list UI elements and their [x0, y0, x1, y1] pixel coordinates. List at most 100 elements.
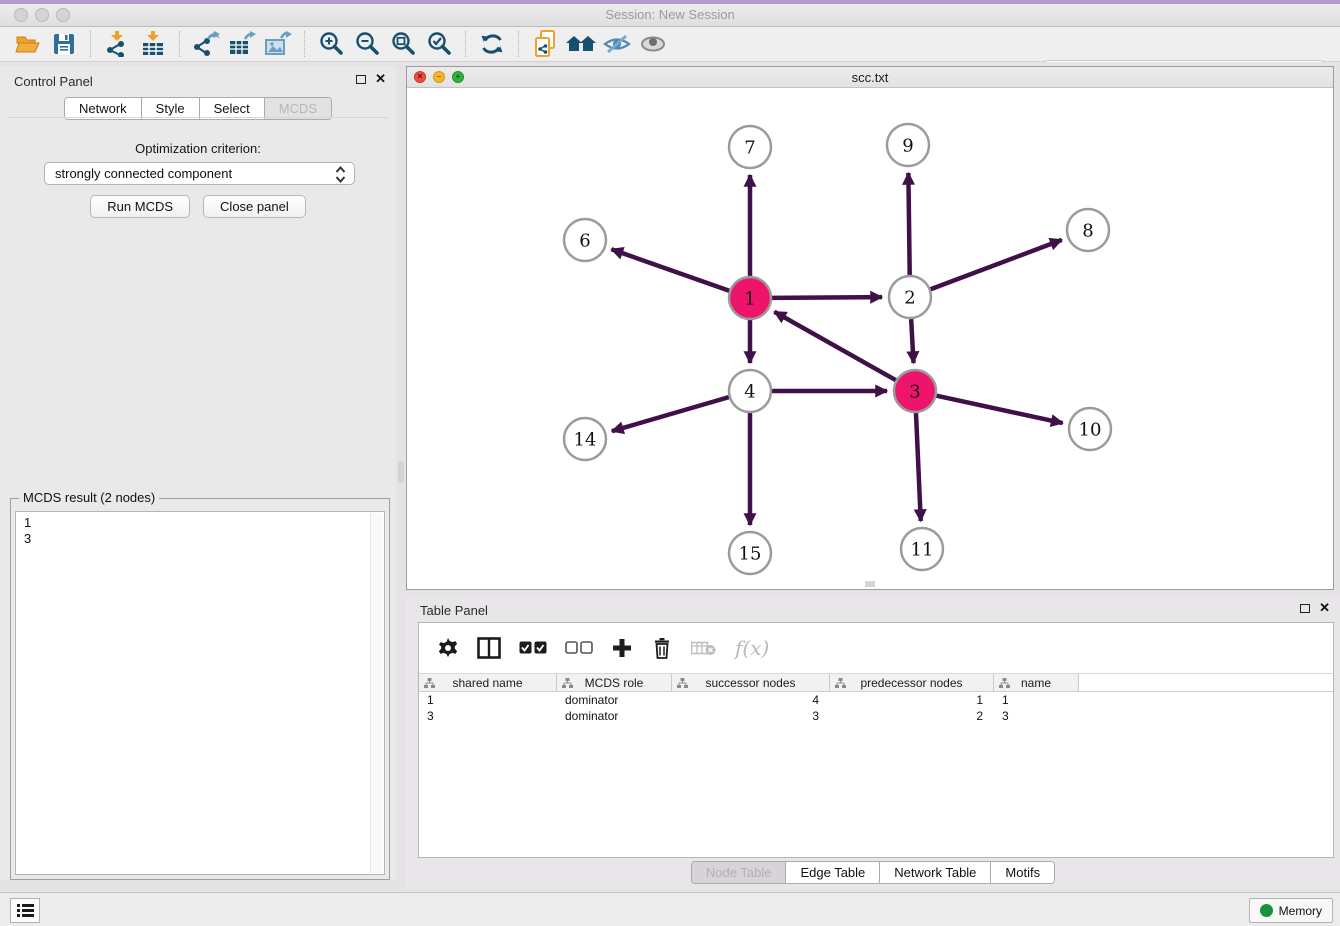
zoom-in-icon[interactable] — [316, 30, 346, 58]
float-panel-icon[interactable] — [356, 75, 366, 84]
tab-style[interactable]: Style — [141, 98, 199, 119]
table-tab-node-table[interactable]: Node Table — [692, 862, 786, 883]
node-8[interactable]: 8 — [1067, 209, 1109, 251]
node-2[interactable]: 2 — [889, 276, 931, 318]
edge-1-2[interactable] — [772, 297, 882, 298]
column-header-successor-nodes[interactable]: successor nodes — [672, 674, 830, 691]
criterion-select[interactable]: strongly connected component — [44, 162, 355, 185]
table-cell[interactable]: dominator — [557, 708, 672, 724]
table-cell[interactable]: 3 — [672, 708, 830, 724]
node-label: 14 — [574, 429, 597, 450]
export-image-icon[interactable] — [263, 30, 293, 58]
column-header-shared-name[interactable]: shared name — [419, 674, 557, 691]
node-label: 10 — [1079, 419, 1102, 440]
table-cell[interactable]: dominator — [557, 692, 672, 708]
table-tab-edge-table[interactable]: Edge Table — [785, 862, 879, 883]
edge-4-14[interactable] — [612, 397, 729, 431]
node-10[interactable]: 10 — [1069, 408, 1111, 450]
mcds-result-list[interactable]: 13 — [15, 511, 385, 875]
table-cell[interactable]: 4 — [672, 692, 830, 708]
result-scrollbar[interactable] — [370, 513, 383, 873]
refresh-view-icon[interactable] — [477, 30, 507, 58]
column-header-MCDS-role[interactable]: MCDS role — [557, 674, 672, 691]
tab-divider — [8, 117, 388, 118]
mcds-result-item: 3 — [24, 531, 384, 547]
node-label: 4 — [744, 381, 755, 402]
edge-2-8[interactable] — [931, 240, 1062, 289]
column-type-icon — [562, 678, 573, 692]
column-header-label: predecessor nodes — [860, 676, 962, 690]
save-session-icon[interactable] — [49, 30, 79, 58]
tab-network[interactable]: Network — [65, 98, 141, 119]
node-4[interactable]: 4 — [729, 370, 771, 412]
vertical-splitter-handle[interactable] — [398, 461, 404, 483]
export-network-icon[interactable] — [191, 30, 221, 58]
node-15[interactable]: 15 — [729, 532, 771, 574]
task-history-button[interactable] — [10, 898, 40, 923]
main-toolbar — [0, 27, 1340, 62]
edge-3-11[interactable] — [916, 413, 921, 521]
node-11[interactable]: 11 — [901, 528, 943, 570]
table-tab-network-table[interactable]: Network Table — [879, 862, 990, 883]
column-header-predecessor-nodes[interactable]: predecessor nodes — [830, 674, 994, 691]
memory-button[interactable]: Memory — [1249, 898, 1333, 923]
column-header-label: successor nodes — [705, 676, 795, 690]
chevron-up-down-icon — [335, 166, 346, 186]
network-window-titlebar[interactable]: ✕ − + scc.txt — [407, 67, 1333, 88]
table-cell[interactable]: 1 — [830, 692, 994, 708]
table-row[interactable]: 1dominator411 — [419, 692, 1333, 708]
table-cell[interactable]: 1 — [994, 692, 1079, 708]
zoom-out-icon[interactable] — [352, 30, 382, 58]
node-label: 15 — [739, 543, 762, 564]
delete-column-trash-icon[interactable] — [651, 637, 673, 659]
node-7[interactable]: 7 — [729, 126, 771, 168]
column-header-name[interactable]: name — [994, 674, 1079, 691]
run-mcds-button[interactable]: Run MCDS — [90, 195, 190, 218]
node-6[interactable]: 6 — [564, 219, 606, 261]
split-view-icon[interactable] — [477, 637, 501, 659]
node-label: 2 — [904, 287, 915, 308]
node-3[interactable]: 3 — [894, 370, 936, 412]
clone-network-icon[interactable] — [530, 30, 560, 58]
node-9[interactable]: 9 — [887, 124, 929, 166]
zoom-fit-icon[interactable] — [388, 30, 418, 58]
close-table-panel-icon[interactable]: ✕ — [1319, 603, 1330, 613]
hide-selected-eye-slash-icon[interactable] — [602, 30, 632, 58]
edge-2-3[interactable] — [911, 319, 913, 363]
table-cell[interactable]: 1 — [419, 692, 557, 708]
close-panel-icon[interactable]: ✕ — [375, 74, 386, 84]
network-graph[interactable]: 7 9 6 8 1 2 4 3 14 10 15 11 — [407, 88, 1333, 589]
table-cell[interactable]: 3 — [994, 708, 1079, 724]
import-network-icon[interactable] — [102, 30, 132, 58]
tab-select[interactable]: Select — [199, 98, 264, 119]
add-column-plus-icon[interactable] — [611, 637, 633, 659]
apply-layout-icon[interactable] — [566, 30, 596, 58]
table-cell[interactable]: 2 — [830, 708, 994, 724]
export-table-icon[interactable] — [227, 30, 257, 58]
table-tab-motifs[interactable]: Motifs — [990, 862, 1054, 883]
float-table-panel-icon[interactable] — [1300, 604, 1310, 613]
table-row[interactable]: 3dominator323 — [419, 708, 1333, 724]
network-canvas[interactable]: 7 9 6 8 1 2 4 3 14 10 15 11 — [407, 88, 1333, 589]
tab-mcds[interactable]: MCDS — [264, 98, 331, 119]
edge-1-6[interactable] — [611, 249, 729, 290]
open-file-icon[interactable] — [13, 30, 43, 58]
column-header-label: MCDS role — [585, 676, 644, 690]
node-1[interactable]: 1 — [729, 277, 771, 319]
node-14[interactable]: 14 — [564, 418, 606, 460]
edge-3-1[interactable] — [774, 312, 895, 380]
select-all-columns-icon[interactable] — [519, 641, 547, 655]
show-all-eye-icon[interactable] — [638, 30, 668, 58]
node-label: 8 — [1082, 220, 1093, 241]
unselect-all-columns-icon[interactable] — [565, 641, 593, 655]
edge-3-10[interactable] — [936, 396, 1062, 423]
edge-2-9[interactable] — [908, 173, 909, 275]
table-settings-gear-icon[interactable] — [437, 637, 459, 659]
close-panel-button[interactable]: Close panel — [203, 195, 306, 218]
table-header-row: shared name MCDS role successor nodes prede… — [419, 673, 1333, 692]
import-table-icon[interactable] — [138, 30, 168, 58]
zoom-selected-icon[interactable] — [424, 30, 454, 58]
toolbar-separator — [465, 31, 466, 57]
table-cell[interactable]: 3 — [419, 708, 557, 724]
horizontal-splitter-handle[interactable] — [865, 581, 875, 587]
